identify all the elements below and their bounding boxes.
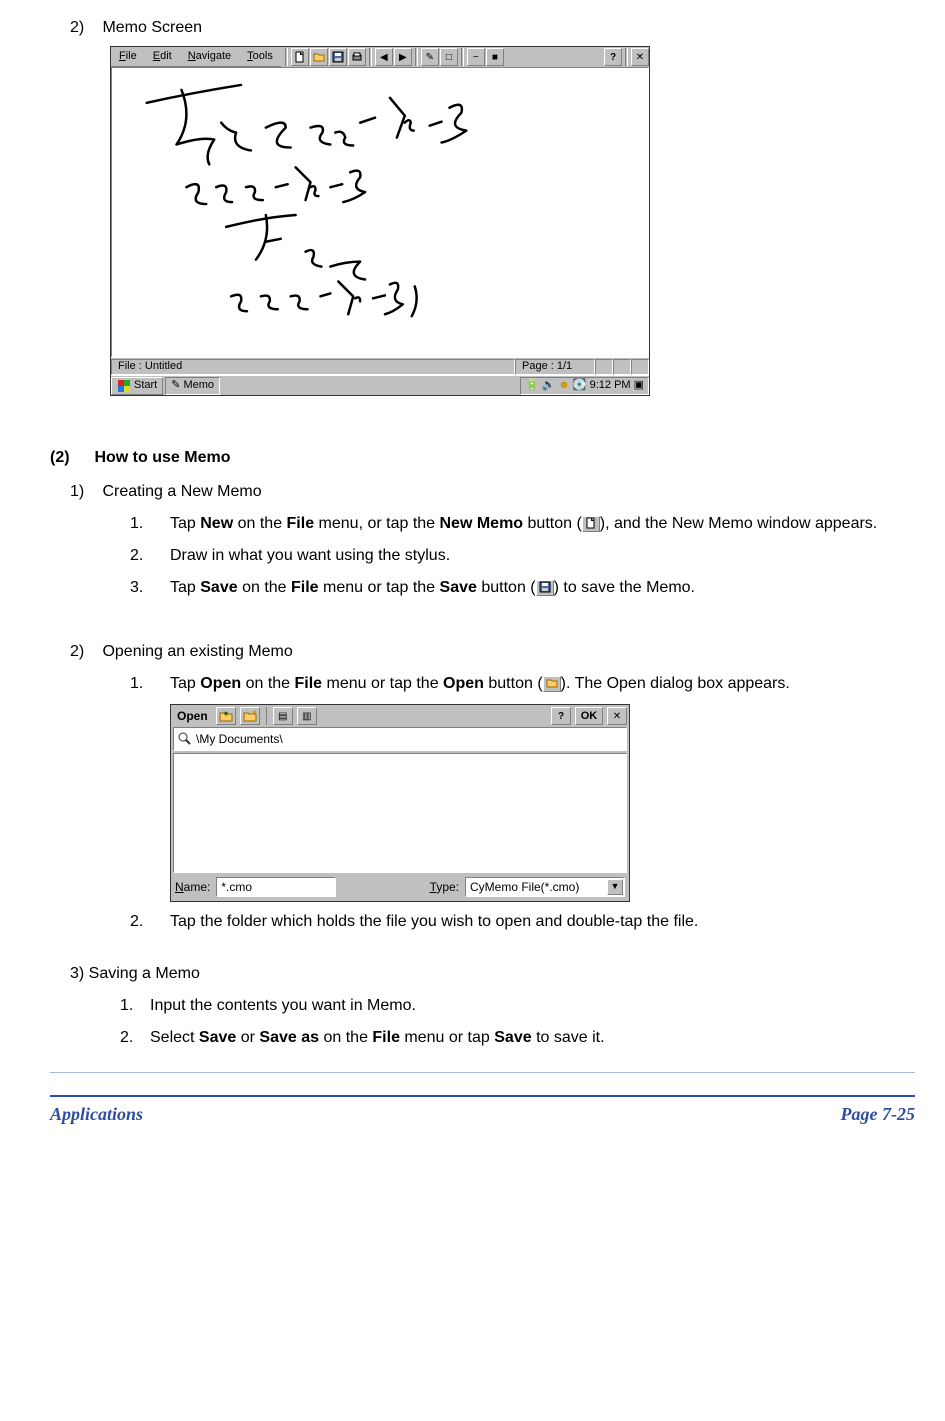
section-heading: (2) How to use Memo — [50, 446, 915, 470]
new-memo-icon — [582, 516, 600, 532]
step-list: 1. Tap New on the File menu, or tap the … — [130, 512, 915, 600]
step-item: 1. Tap Open on the File menu or tap the … — [130, 672, 915, 696]
menu-tools[interactable]: Tools — [239, 46, 281, 67]
close-button[interactable]: ✕ — [631, 48, 649, 66]
step-list: 2. Tap the folder which holds the file y… — [130, 910, 915, 934]
step-item: 2. Draw in what you want using the stylu… — [130, 544, 915, 568]
step-list: 1. Input the contents you want in Memo. … — [120, 994, 915, 1050]
type-label: Type: — [430, 878, 459, 896]
next-button[interactable]: ▶ — [394, 48, 412, 66]
open-dialog: Open ▤ ▥ ? OK ✕ \My Documents\ Name: Typ… — [170, 704, 630, 902]
memo-app-window: File Edit Navigate Tools ◀ ▶ ✎ □ — [110, 46, 650, 396]
up-folder-button[interactable] — [216, 707, 236, 725]
status-bar: File : Untitled Page : 1/1 — [111, 357, 649, 375]
open-button[interactable] — [310, 48, 328, 66]
tray-icon: 🔊 — [542, 377, 556, 394]
step-item: 1. Input the contents you want in Memo. — [120, 994, 915, 1018]
sub-heading: 2) Opening an existing Memo — [70, 640, 915, 664]
save-button[interactable] — [329, 48, 347, 66]
sub-heading: 1) Creating a New Memo — [70, 480, 915, 504]
item-title: Memo Screen — [102, 19, 202, 36]
menu-edit[interactable]: Edit — [145, 46, 180, 67]
new-memo-button[interactable] — [291, 48, 309, 66]
status-blank1 — [595, 359, 613, 375]
stop-button[interactable]: ■ — [486, 48, 504, 66]
taskbar: Start ✎ Memo 🔋 🔊 ☻ 💽 9:12 PM ▣ — [111, 375, 649, 395]
help-button[interactable]: ? — [604, 48, 622, 66]
footer-right: Page 7-25 — [841, 1101, 915, 1128]
path-text: \My Documents\ — [196, 730, 283, 748]
tray-icon: ☻ — [558, 377, 570, 394]
step-item: 2. Tap the folder which holds the file y… — [130, 910, 915, 934]
save-icon — [536, 580, 554, 596]
details-view-button[interactable]: ▥ — [297, 707, 317, 725]
section-header: 2) Memo Screen — [70, 16, 915, 40]
tray-time: 9:12 PM — [590, 377, 631, 394]
sub-heading: 3) Saving a Memo — [70, 962, 915, 986]
pen-button[interactable]: ✎ — [421, 48, 439, 66]
new-folder-button[interactable] — [240, 707, 260, 725]
system-tray: 🔋 🔊 ☻ 💽 9:12 PM ▣ — [520, 377, 649, 395]
status-blank3 — [631, 359, 649, 375]
print-button[interactable] — [348, 48, 366, 66]
handwriting-svg — [112, 68, 648, 356]
path-bar[interactable]: \My Documents\ — [173, 727, 627, 751]
file-list[interactable] — [173, 753, 627, 873]
dialog-titlebar: Open ▤ ▥ ? OK ✕ — [171, 705, 629, 727]
dialog-bottom: Name: Type: CyMemo File(*.cmo) ▼ — [171, 873, 629, 901]
step-item: 3. Tap Save on the File menu or tap the … — [130, 576, 915, 600]
toolbar: ◀ ▶ ✎ □ − ■ ? ✕ — [281, 47, 649, 67]
menubar: File Edit Navigate Tools — [111, 47, 281, 67]
dialog-title: Open — [173, 707, 212, 725]
divider — [285, 48, 288, 66]
close-button[interactable]: ✕ — [607, 707, 627, 725]
prev-button[interactable]: ◀ — [375, 48, 393, 66]
step-list: 1. Tap Open on the File menu or tap the … — [130, 672, 915, 696]
type-select[interactable]: CyMemo File(*.cmo) ▼ — [465, 877, 625, 897]
open-icon — [543, 676, 561, 692]
help-button[interactable]: ? — [551, 707, 571, 725]
step-item: 2. Select Save or Save as on the File me… — [120, 1026, 915, 1050]
search-icon — [178, 732, 192, 746]
divider — [625, 48, 628, 66]
drawing-canvas[interactable] — [111, 67, 649, 357]
eraser-button[interactable]: □ — [440, 48, 458, 66]
ok-button[interactable]: OK — [575, 707, 603, 725]
tray-icon: 🔋 — [525, 377, 539, 394]
chevron-down-icon: ▼ — [607, 879, 623, 895]
tray-icon: 💽 — [573, 377, 587, 394]
desktop-icon[interactable]: ▣ — [634, 377, 644, 394]
step-item: 1. Tap New on the File menu, or tap the … — [130, 512, 915, 536]
pencil-icon: ✎ — [171, 377, 180, 394]
menu-file[interactable]: File — [111, 46, 145, 67]
status-file: File : Untitled — [111, 359, 515, 375]
start-button[interactable]: Start — [111, 377, 163, 395]
minus-button[interactable]: − — [467, 48, 485, 66]
list-view-button[interactable]: ▤ — [273, 707, 293, 725]
footer-left: Applications — [50, 1101, 143, 1128]
name-input[interactable] — [216, 877, 336, 897]
status-page: Page : 1/1 — [515, 359, 595, 375]
menu-navigate[interactable]: Navigate — [180, 46, 239, 67]
item-number: 2) — [70, 16, 98, 40]
divider — [461, 48, 464, 66]
status-blank2 — [613, 359, 631, 375]
task-memo[interactable]: ✎ Memo — [165, 377, 220, 395]
divider — [369, 48, 372, 66]
divider — [415, 48, 418, 66]
name-label: Name: — [175, 878, 210, 896]
page-footer: Applications Page 7-25 — [50, 1095, 915, 1128]
